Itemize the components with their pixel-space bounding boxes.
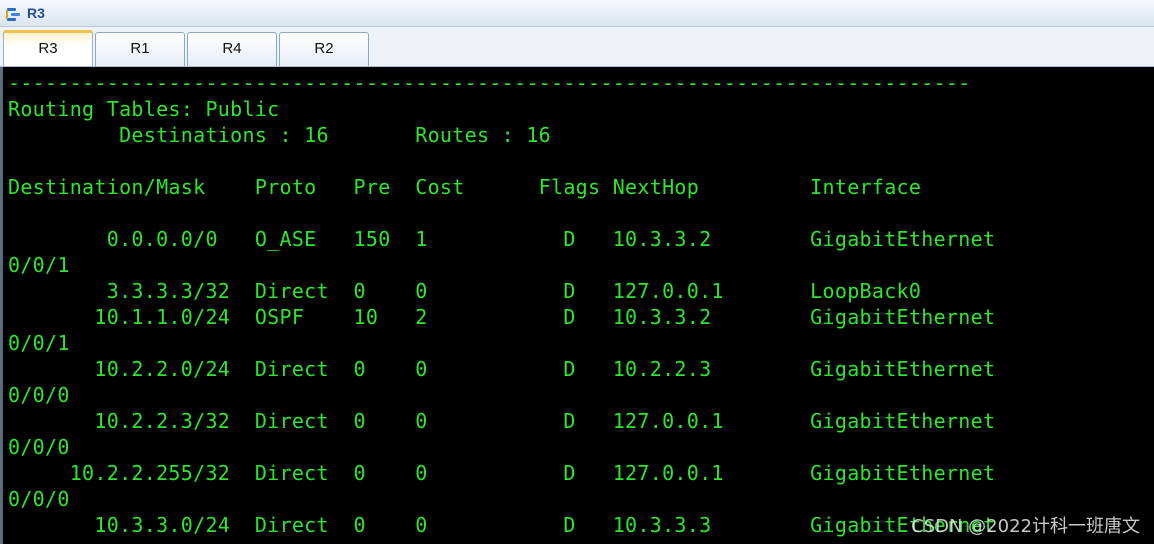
route-row: 3.3.3.3/32 Direct 0 0 D 127.0.0.1 LoopBa… xyxy=(8,279,922,303)
route-row-wrap: 0/0/0 xyxy=(8,383,70,407)
tab-r4[interactable]: R4 xyxy=(187,32,277,66)
route-row: 10.2.2.0/24 Direct 0 0 D 10.2.2.3 Gigabi… xyxy=(8,357,996,381)
watermark-text: CSDN @2022计科一班唐文 xyxy=(911,516,1140,537)
tab-r1[interactable]: R1 xyxy=(95,32,185,66)
separator-line: ----------------------------------------… xyxy=(8,71,971,95)
routing-summary: Destinations : 16 Routes : 16 xyxy=(8,123,552,147)
route-row: 10.1.1.0/24 OSPF 10 2 D 10.3.3.2 Gigabit… xyxy=(8,305,996,329)
tab-r3[interactable]: R3 xyxy=(3,30,93,66)
router-app-icon xyxy=(6,8,20,21)
route-row-wrap: 0/0/0 xyxy=(8,435,70,459)
route-row: 10.2.2.3/32 Direct 0 0 D 127.0.0.1 Gigab… xyxy=(8,409,996,433)
route-row-wrap: 0/0/1 xyxy=(8,331,70,355)
route-row-wrap: 0/0/0 xyxy=(8,487,70,511)
route-row: 10.3.3.0/24 Direct 0 0 D 10.3.3.3 Gigabi… xyxy=(8,513,996,537)
table-header: Destination/Mask Proto Pre Cost Flags Ne… xyxy=(8,175,922,199)
title-bar: R3 xyxy=(0,0,1154,27)
route-row: 0.0.0.0/0 O_ASE 150 1 D 10.3.3.2 Gigabit… xyxy=(8,227,996,251)
route-row-wrap: 0/0/1 xyxy=(8,253,70,277)
device-tab-bar: R3 R1 R4 R2 xyxy=(0,27,1154,67)
tab-r2[interactable]: R2 xyxy=(279,32,369,66)
terminal-console[interactable]: ----------------------------------------… xyxy=(0,67,1154,544)
window-title: R3 xyxy=(27,5,45,21)
terminal-window: R3 R3 R1 R4 R2 -------------------------… xyxy=(0,0,1154,544)
routing-table-title: Routing Tables: Public xyxy=(8,97,280,121)
route-row: 10.2.2.255/32 Direct 0 0 D 127.0.0.1 Gig… xyxy=(8,461,996,485)
